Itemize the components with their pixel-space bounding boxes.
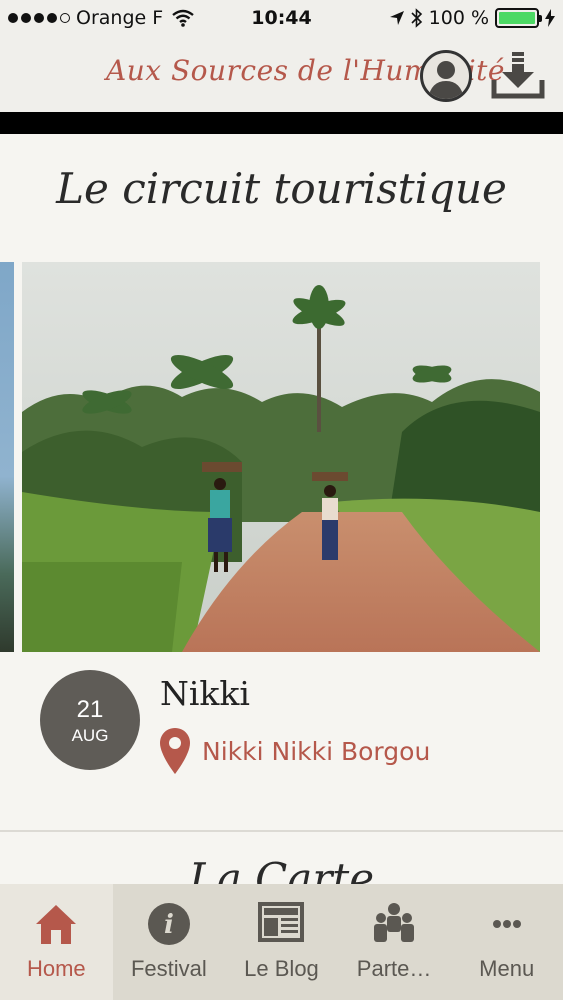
section-title: Le circuit touristique (56, 164, 507, 213)
newspaper-icon (225, 902, 338, 946)
info-icon: i (113, 902, 226, 946)
event-title[interactable]: Nikki (160, 674, 250, 713)
event-location-text: Nikki Nikki Borgou (202, 736, 431, 766)
previous-card-edge[interactable] (0, 262, 14, 652)
user-silhouette-icon (428, 61, 464, 99)
tab-home[interactable]: Home (0, 884, 113, 1000)
status-right: 100 % (389, 7, 555, 29)
event-location[interactable]: Nikki Nikki Borgou (158, 726, 430, 776)
app-header: Aux Sources de l'Humanité (0, 38, 563, 112)
tab-menu-label: Menu (479, 956, 535, 981)
profile-avatar[interactable] (420, 50, 472, 102)
more-icon (450, 902, 563, 946)
map-pin-icon (160, 728, 190, 774)
tab-festival[interactable]: i Festival (113, 884, 226, 1000)
section-divider (0, 830, 563, 832)
home-icon (0, 902, 113, 946)
event-day: 21 (76, 696, 104, 723)
charging-bolt-icon (545, 9, 555, 27)
partners-icon (338, 902, 451, 946)
status-bar: Orange F 10:44 100 % (0, 0, 563, 38)
battery-level (499, 12, 535, 24)
tab-home-label: Home (26, 956, 86, 981)
event-date-badge: 21 AUG (40, 670, 140, 770)
tab-blog[interactable]: Le Blog (225, 884, 338, 1000)
map-section-title: La Carte (188, 854, 375, 884)
header-divider-band (0, 112, 563, 134)
tab-festival-label: Festival (130, 956, 207, 981)
location-arrow-icon (389, 11, 404, 25)
event-month: AUG (71, 726, 109, 745)
battery-icon (495, 8, 542, 28)
svg-text:i: i (164, 910, 174, 940)
tab-partners[interactable]: Parte… (338, 884, 451, 1000)
download-icon (491, 52, 545, 99)
tab-bar: Home i Festival Le Blog Parte… Menu (0, 884, 563, 1000)
tab-menu[interactable]: Menu (450, 884, 563, 1000)
battery-percent: 100 % (428, 7, 489, 29)
bluetooth-icon (411, 8, 422, 28)
tab-partners-label: Parte… (356, 956, 432, 981)
tab-blog-label: Le Blog (244, 956, 319, 981)
main-content: Le circuit touristique 21 AUG Nikki Nikk… (0, 134, 563, 884)
event-photo[interactable] (22, 262, 540, 652)
download-button[interactable] (490, 50, 546, 100)
